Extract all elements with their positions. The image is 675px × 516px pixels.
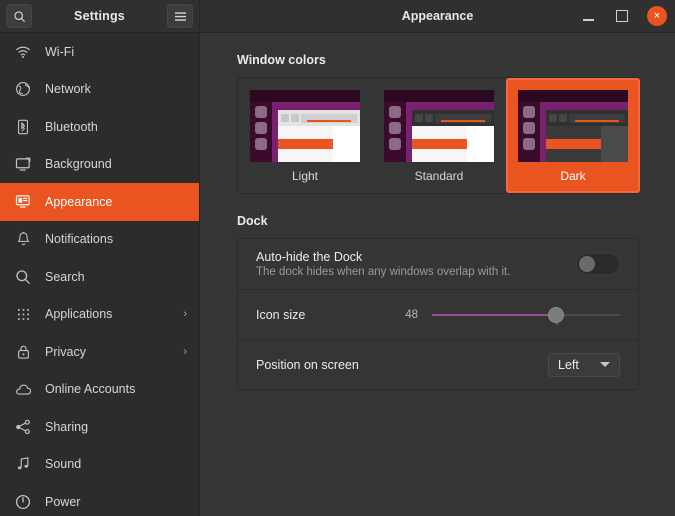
sidebar-item-label: Search [45,269,85,284]
bell-icon [14,230,32,248]
slider-knob[interactable] [548,306,565,325]
window-body: Wi-Fi Network Bluetooth Background Appea… [0,33,675,516]
dock-heading: Dock [237,214,268,228]
sidebar-item-power[interactable]: Power [0,483,199,516]
sidebar-item-sharing[interactable]: Sharing [0,408,199,446]
share-nodes-icon [14,418,32,436]
window-colors-card: Light Standard Dark [237,77,640,194]
sidebar-item-label: Applications [45,307,113,322]
theme-preview-light [250,90,360,162]
sidebar-item-label: Notifications [45,232,114,247]
toggle-knob [579,256,595,272]
sidebar-item-background[interactable]: Background [0,146,199,184]
sidebar-item-privacy[interactable]: Privacy › [0,333,199,371]
monitor-icon [14,155,32,173]
sidebar-item-sound[interactable]: Sound [0,446,199,484]
theme-label: Dark [560,169,586,183]
bluetooth-icon [14,118,32,136]
sidebar-item-search[interactable]: Search [0,258,199,296]
autohide-toggle[interactable] [576,253,620,275]
chevron-right-icon: › [183,308,187,321]
wifi-icon [14,43,32,61]
icon-size-row: Icon size 48 [238,289,638,339]
appearance-icon [14,193,32,211]
theme-label: Standard [414,169,464,183]
sidebar-item-applications[interactable]: Applications › [0,296,199,334]
sidebar-item-label: Background [45,157,112,172]
minimize-button[interactable] [579,7,597,25]
chevron-right-icon: › [183,345,187,358]
cloud-icon [14,380,32,398]
sidebar-item-label: Privacy [45,344,86,359]
lock-icon [14,343,32,361]
sidebar-item-notifications[interactable]: Notifications [0,221,199,259]
sidebar-item-label: Online Accounts [45,382,136,397]
slider-fill [432,313,557,316]
hamburger-menu-icon [174,11,186,21]
sidebar-item-online-accounts[interactable]: Online Accounts [0,371,199,409]
icon-size-slider[interactable] [432,306,620,325]
window-colors-heading: Window colors [237,53,326,67]
titlebar-main-section: Appearance × [200,0,675,32]
sidebar-item-label: Sharing [45,419,89,434]
icon-size-label: Icon size [256,307,306,322]
autohide-title: Auto-hide the Dock [256,250,363,264]
maximize-button[interactable] [613,7,631,25]
search-icon [14,268,32,286]
sidebar-item-label: Power [45,494,81,509]
titlebar: Settings Appearance × [0,0,675,33]
globe-icon [14,80,32,98]
position-value: Left [558,357,579,372]
content-area: Window colors Light Standard Dark Dock A… [200,33,675,516]
autohide-subtitle: The dock hides when any windows overlap … [256,266,511,278]
sidebar-item-label: Bluetooth [45,119,98,134]
search-button[interactable] [6,4,32,28]
sidebar-item-wifi[interactable]: Wi-Fi [0,33,199,71]
sidebar-item-appearance[interactable]: Appearance [0,183,199,221]
sidebar: Wi-Fi Network Bluetooth Background Appea… [0,33,200,516]
theme-option-dark[interactable]: Dark [506,78,640,193]
theme-options: Light Standard Dark [238,78,640,193]
window-buttons: × [579,6,667,26]
position-label: Position on screen [256,357,359,372]
settings-window: Settings Appearance × Wi-Fi Network Blue… [0,0,675,516]
settings-title: Settings [74,9,125,23]
theme-preview-dark [518,90,628,162]
grid-dots-icon [14,305,32,323]
autohide-texts: Auto-hide the Dock The dock hides when a… [256,250,576,278]
icon-size-value: 48 [405,308,418,321]
power-clock-icon [14,493,32,511]
autohide-row: Auto-hide the Dock The dock hides when a… [238,239,638,289]
theme-option-light[interactable]: Light [238,78,372,193]
titlebar-sidebar-section: Settings [0,0,200,32]
search-icon [13,10,25,22]
sidebar-item-label: Wi-Fi [45,44,75,59]
position-row: Position on screen Left [238,339,638,389]
music-note-icon [14,455,32,473]
menu-button[interactable] [167,4,193,28]
dock-card: Auto-hide the Dock The dock hides when a… [237,238,639,390]
theme-preview-standard [384,90,494,162]
sidebar-item-bluetooth[interactable]: Bluetooth [0,108,199,146]
chevron-down-icon [600,362,610,367]
theme-option-standard[interactable]: Standard [372,78,506,193]
sidebar-item-network[interactable]: Network [0,71,199,109]
sidebar-item-label: Network [45,82,91,97]
icon-size-control: 48 [305,306,620,325]
sidebar-item-label: Sound [45,457,82,472]
theme-label: Light [291,169,319,183]
sidebar-item-label: Appearance [45,194,113,209]
close-button[interactable]: × [647,6,667,26]
position-dropdown[interactable]: Left [548,352,620,377]
